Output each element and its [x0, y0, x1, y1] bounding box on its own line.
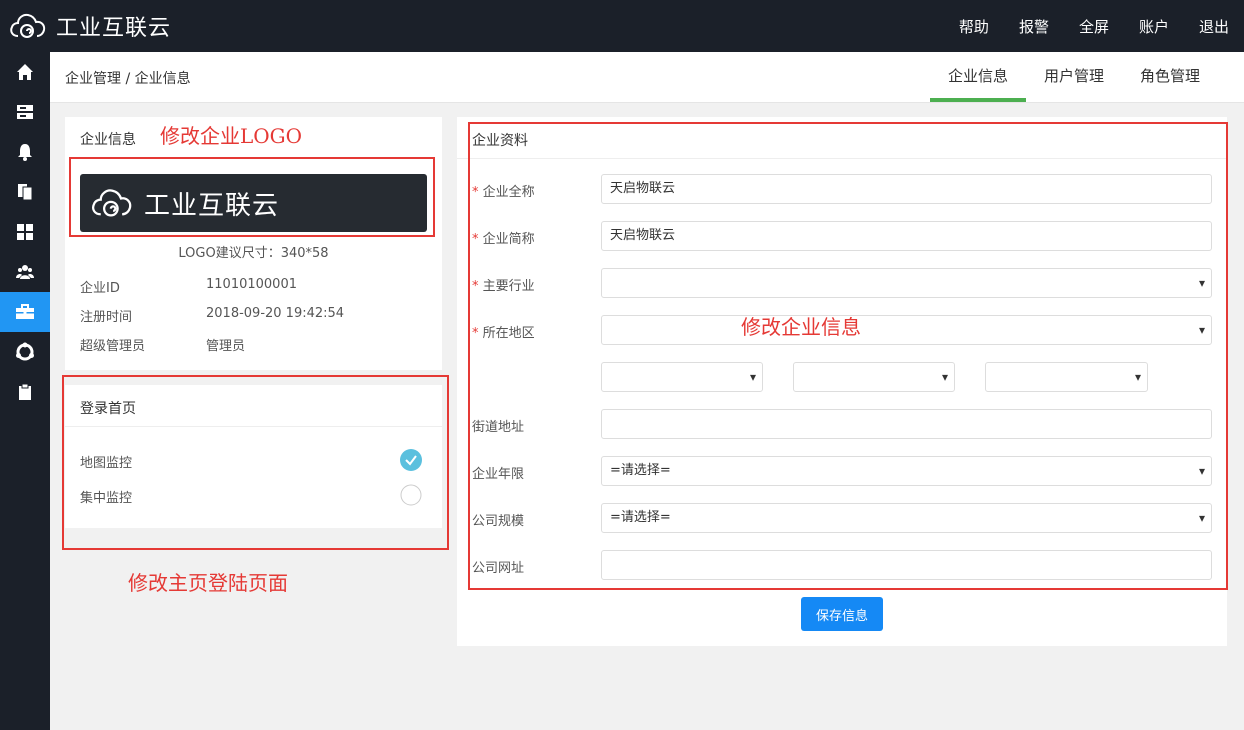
sidebar-item-alarms[interactable]	[0, 132, 50, 172]
annotation-login: 修改主页登陆页面	[128, 571, 288, 595]
logo-preview-text: 工业互联云	[144, 190, 280, 221]
street-label: 街道地址	[472, 420, 525, 435]
login-option-map[interactable]: 地图监控	[80, 449, 422, 472]
city-select[interactable]	[793, 362, 955, 392]
sidebar-item-devices[interactable]	[0, 92, 50, 132]
app-title: 工业互联云	[56, 16, 172, 41]
company-logo-preview[interactable]: 工业互联云	[80, 174, 427, 232]
sidebar-item-home[interactable]	[0, 52, 50, 92]
breadcrumb: 企业管理 / 企业信息	[65, 71, 191, 87]
sidebar-item-security[interactable]	[0, 332, 50, 372]
cloud-logo-icon	[92, 189, 132, 217]
short-name-input[interactable]: 天启物联云	[601, 221, 1212, 251]
check-circle-icon[interactable]	[400, 449, 422, 471]
tab-company-info[interactable]: 企业信息	[929, 52, 1026, 102]
fullscreen-link[interactable]: 全屏	[1079, 16, 1109, 37]
alarm-link[interactable]: 报警	[1019, 16, 1049, 37]
company-id-label: 企业ID	[80, 281, 120, 296]
short-name-label: * 企业简称	[472, 232, 535, 247]
province-select[interactable]	[601, 362, 763, 392]
super-admin-label: 超级管理员	[80, 339, 146, 354]
years-select[interactable]: =请选择=	[601, 456, 1212, 486]
help-link[interactable]: 帮助	[959, 16, 989, 37]
tab-role-management[interactable]: 角色管理	[1122, 52, 1218, 102]
brand-logo[interactable]: 工业互联云	[8, 10, 171, 42]
industry-label: * 主要行业	[472, 279, 535, 294]
register-time-value: 2018-09-20 19:42:54	[206, 306, 345, 321]
register-time-row: 注册时间 2018-09-20 19:42:54	[80, 306, 344, 325]
login-card-title: 登录首页	[80, 401, 136, 417]
clipboard-icon	[19, 383, 31, 400]
full-name-input[interactable]: 天启物联云	[601, 174, 1212, 204]
website-label: 公司网址	[472, 561, 525, 576]
divider	[457, 158, 1227, 159]
copy-icon	[18, 184, 33, 201]
divider	[65, 426, 442, 427]
super-admin-value: 管理员	[206, 339, 246, 354]
website-input[interactable]	[601, 550, 1212, 580]
sub-header: 企业管理 / 企业信息 企业信息 用户管理 角色管理	[50, 52, 1244, 103]
full-name-label: * 企业全称	[472, 185, 535, 200]
grid-icon	[17, 224, 33, 240]
company-id-value: 11010100001	[206, 277, 297, 292]
tab-user-management[interactable]: 用户管理	[1026, 52, 1122, 102]
account-link[interactable]: 账户	[1139, 16, 1169, 37]
years-label: 企业年限	[472, 467, 525, 482]
company-id-row: 企业ID 11010100001	[80, 277, 297, 296]
district-select[interactable]	[985, 362, 1148, 392]
region-select[interactable]	[601, 315, 1212, 345]
super-admin-row: 超级管理员 管理员	[80, 335, 245, 354]
top-nav: 帮助 报警 全屏 账户 退出	[959, 0, 1244, 52]
street-input[interactable]	[601, 409, 1212, 439]
register-time-label: 注册时间	[80, 310, 133, 325]
annotation-info: 修改企业信息	[741, 315, 861, 339]
region-label: * 所在地区	[472, 326, 535, 341]
company-card-title: 企业信息	[80, 132, 136, 148]
annotation-logo: 修改企业LOGO	[160, 124, 303, 148]
logout-link[interactable]: 退出	[1199, 16, 1229, 37]
login-home-card: 登录首页 地图监控 集中监控	[65, 385, 442, 528]
industry-select[interactable]	[601, 268, 1212, 298]
login-option-central[interactable]: 集中监控	[80, 484, 422, 507]
cloud-logo-icon	[10, 13, 46, 38]
home-icon	[17, 64, 33, 80]
login-option-label: 地图监控	[80, 456, 133, 471]
server-icon	[17, 105, 33, 119]
radio-empty-icon[interactable]	[400, 484, 422, 506]
users-icon	[16, 265, 34, 279]
bell-icon	[18, 144, 32, 161]
save-button[interactable]: 保存信息	[801, 597, 883, 631]
profile-card-title: 企业资料	[472, 133, 528, 149]
sidebar-item-tasks[interactable]	[0, 372, 50, 412]
briefcase-icon	[16, 304, 34, 319]
company-info-card: 企业信息 工业互联云 LOGO建议尺寸：340*58 企业ID 11010100…	[65, 117, 442, 370]
scale-label: 公司规模	[472, 514, 525, 529]
sidebar-item-users[interactable]	[0, 252, 50, 292]
sidebar-item-dashboard[interactable]	[0, 212, 50, 252]
tab-bar: 企业信息 用户管理 角色管理	[929, 52, 1218, 102]
sidebar-item-documents[interactable]	[0, 172, 50, 212]
logo-size-hint: LOGO建议尺寸：340*58	[178, 246, 329, 261]
shield-icon	[16, 342, 34, 361]
sidebar-item-enterprise[interactable]	[0, 292, 50, 332]
scale-select[interactable]: =请选择=	[601, 503, 1212, 533]
top-bar: 工业互联云 帮助 报警 全屏 账户 退出	[0, 0, 1244, 52]
sidebar	[0, 52, 50, 730]
login-option-label: 集中监控	[80, 491, 133, 506]
